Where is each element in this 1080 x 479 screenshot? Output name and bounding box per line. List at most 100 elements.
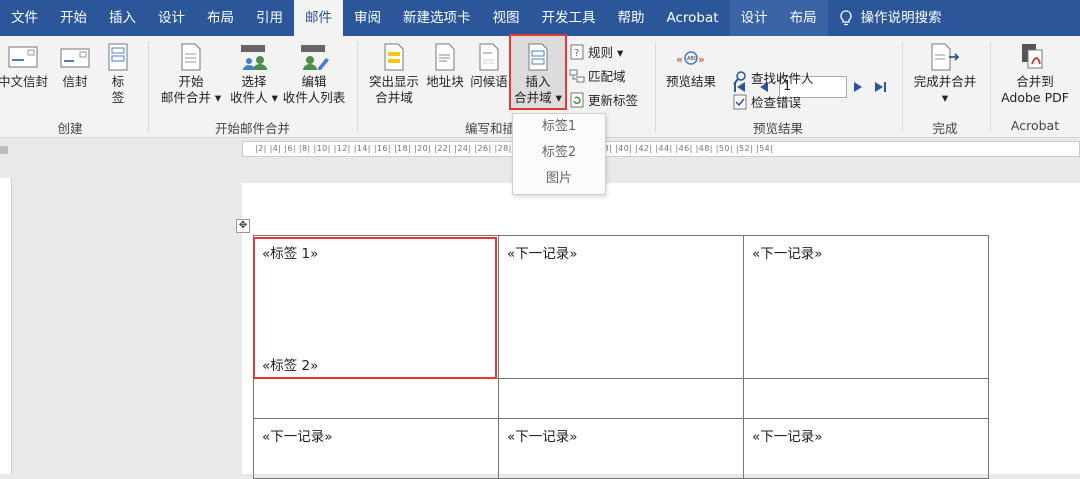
- select-label-line1: 选择: [241, 74, 267, 89]
- dropdown-item-label1[interactable]: 标签1: [513, 114, 605, 140]
- select-recipients-button[interactable]: 选择 收件人 ▾: [226, 42, 282, 106]
- edit-recipient-list-button[interactable]: 编辑 收件人列表: [282, 42, 346, 106]
- insert-label-line1: 插入: [525, 74, 551, 89]
- envelope-icon: [8, 46, 38, 68]
- group-separator: [148, 42, 149, 132]
- match-fields-icon: [569, 69, 585, 82]
- table-move-handle-icon[interactable]: ✥: [236, 219, 250, 233]
- group-start-mail-merge-label: 开始邮件合并: [214, 121, 290, 136]
- tab-layout[interactable]: 布局: [196, 0, 245, 36]
- edit-recipients-icon: [301, 45, 329, 70]
- merge-to-adobe-pdf-button[interactable]: 合并到 Adobe PDF: [994, 42, 1076, 106]
- match-fields-button[interactable]: 匹配域: [569, 66, 626, 85]
- tab-acrobat[interactable]: Acrobat: [656, 0, 730, 36]
- ribbon-tab-bar: 文件 开始 插入 设计 布局 引用 邮件 审阅 新建选项卡 视图 开发工具 帮助…: [0, 0, 1080, 36]
- tab-developer[interactable]: 开发工具: [531, 0, 607, 36]
- envelope-icon: [60, 48, 90, 68]
- spacer-cell[interactable]: [498, 378, 744, 419]
- highlight-label-line2: 合并域: [375, 90, 413, 105]
- spacer-cell[interactable]: [253, 378, 499, 419]
- update-labels-label: 更新标签: [588, 93, 639, 108]
- next-record-field: «下一记录»: [752, 429, 823, 445]
- labels-label: 标签: [111, 74, 125, 105]
- next-record-icon[interactable]: [851, 80, 865, 94]
- address-block-label: 地址块: [426, 74, 464, 89]
- document-icon: [181, 43, 201, 71]
- address-block-button[interactable]: 地址块: [424, 42, 466, 90]
- spacer-cell[interactable]: [743, 378, 989, 419]
- check-errors-icon: [733, 94, 747, 109]
- greeting-icon: [479, 43, 499, 71]
- labels-button[interactable]: 标签: [100, 42, 136, 106]
- svg-text:»: »: [698, 53, 705, 66]
- chinese-envelope-button[interactable]: 中文信封: [0, 42, 52, 90]
- merge-pdf-line2: Adobe PDF: [1001, 90, 1069, 105]
- preview-results-label: 预览结果: [665, 74, 716, 89]
- vertical-ruler[interactable]: [0, 178, 12, 474]
- label-cell[interactable]: «下一记录»: [498, 418, 744, 479]
- table-row: [253, 378, 989, 419]
- ruler-corner: [0, 146, 8, 154]
- finish-merge-arrow: ▾: [941, 90, 949, 105]
- insert-merge-field-button[interactable]: 插入 合并域 ▾: [511, 42, 565, 106]
- check-errors-button[interactable]: 检查错误: [732, 92, 801, 111]
- last-record-icon[interactable]: [873, 80, 887, 94]
- next-record-field: «下一记录»: [507, 429, 578, 445]
- tab-references[interactable]: 引用: [245, 0, 294, 36]
- next-record-field: «下一记录»: [752, 246, 823, 262]
- tab-view[interactable]: 视图: [482, 0, 531, 36]
- insert-field-icon: [528, 43, 548, 71]
- finish-merge-icon: [931, 43, 960, 71]
- merge-pdf-line1: 合并到: [1016, 74, 1054, 89]
- tab-insert[interactable]: 插入: [98, 0, 147, 36]
- tab-design[interactable]: 设计: [147, 0, 196, 36]
- tell-me-text: 操作说明搜索: [860, 10, 942, 26]
- select-label-line2: 收件人 ▾: [230, 90, 278, 105]
- label-cell[interactable]: «下一记录»: [743, 418, 989, 479]
- tab-file[interactable]: 文件: [0, 0, 49, 36]
- greeting-label: 问候语: [470, 74, 508, 89]
- dropdown-item-label2[interactable]: 标签2: [513, 140, 605, 166]
- greeting-line-button[interactable]: 问候语: [468, 42, 510, 90]
- tab-review[interactable]: 审阅: [343, 0, 392, 36]
- selected-cell-highlight: [253, 237, 497, 379]
- finish-merge-button[interactable]: 完成并合并 ▾: [908, 42, 982, 106]
- horizontal-ruler[interactable]: |2| |4| |6| |8| |10| |12| |14| |16| |18|…: [242, 141, 1080, 157]
- highlight-document-icon: [384, 43, 404, 71]
- finish-merge-label: 完成并合并: [913, 74, 977, 89]
- dropdown-item-picture[interactable]: 图片: [513, 166, 605, 192]
- tab-table-layout[interactable]: 布局: [778, 0, 828, 36]
- tab-mailings[interactable]: 邮件: [294, 0, 343, 36]
- group-preview-label: 预览结果: [752, 121, 803, 136]
- insert-merge-field-dropdown: 标签1 标签2 图片: [512, 113, 606, 195]
- next-record-field: «下一记录»: [507, 246, 578, 262]
- next-record-field: «下一记录»: [262, 429, 333, 445]
- preview-results-button[interactable]: « ABC» 预览结果: [662, 46, 720, 90]
- label-cell[interactable]: «下一记录»: [498, 235, 744, 379]
- edit-label-line1: 编辑: [301, 74, 327, 89]
- labels-icon: [108, 43, 128, 71]
- recipients-icon: [241, 45, 267, 70]
- group-acrobat-label: Acrobat: [1010, 118, 1060, 133]
- tab-help[interactable]: 帮助: [607, 0, 656, 36]
- preview-abc-icon: « ABC»: [676, 51, 705, 66]
- update-labels-button[interactable]: 更新标签: [569, 90, 638, 109]
- start-label-line1: 开始: [178, 74, 204, 89]
- tell-me-search[interactable]: 操作说明搜索: [828, 0, 953, 36]
- search-icon: [733, 70, 746, 85]
- start-label-line2: 邮件合并 ▾: [160, 90, 222, 105]
- label-cell[interactable]: «下一记录»: [743, 235, 989, 379]
- rules-label: 规则 ▾: [588, 45, 624, 60]
- group-separator: [902, 42, 903, 132]
- tab-new[interactable]: 新建选项卡: [392, 0, 482, 36]
- rules-button[interactable]: ? 规则 ▾: [569, 42, 623, 61]
- start-mail-merge-button[interactable]: 开始 邮件合并 ▾: [158, 42, 224, 106]
- find-recipient-button[interactable]: 查找收件人: [732, 68, 814, 87]
- tab-table-design[interactable]: 设计: [729, 0, 779, 36]
- tab-home[interactable]: 开始: [49, 0, 98, 36]
- envelope-button[interactable]: 信封: [56, 42, 94, 90]
- highlight-merge-fields-button[interactable]: 突出显示 合并域: [364, 42, 424, 106]
- label-cell[interactable]: «下一记录»: [253, 418, 499, 479]
- table-row: «下一记录» «下一记录» «下一记录»: [253, 418, 989, 479]
- match-fields-label: 匹配域: [588, 69, 626, 84]
